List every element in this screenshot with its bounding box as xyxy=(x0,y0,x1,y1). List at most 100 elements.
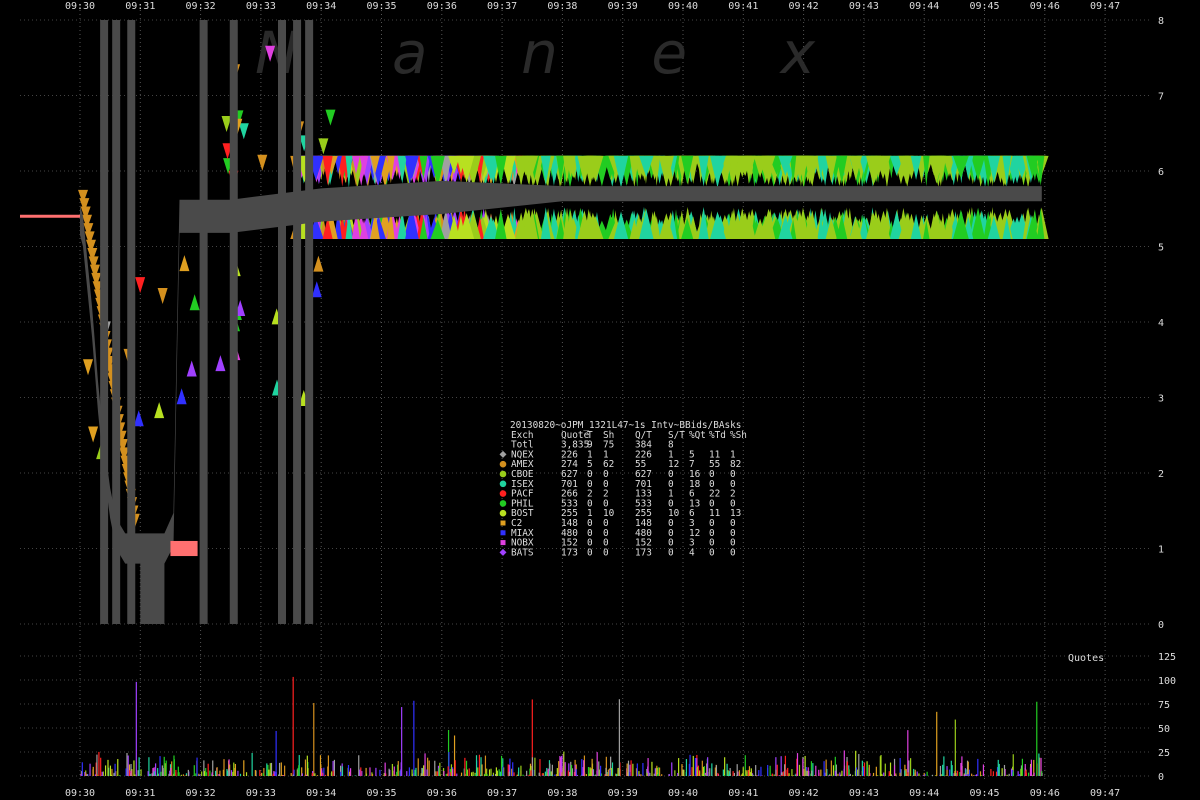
volume-bar xyxy=(1019,774,1021,776)
volume-bar xyxy=(101,771,103,776)
volume-bar xyxy=(211,772,213,776)
x-tick-label-bottom: 09:43 xyxy=(849,788,879,799)
x-tick-label-top: 09:42 xyxy=(789,1,819,12)
volume-bar xyxy=(520,765,522,776)
x-tick-label-top: 09:44 xyxy=(909,1,939,12)
volume-bar xyxy=(522,774,524,776)
volume-bar xyxy=(849,773,851,776)
volume-bar xyxy=(551,764,553,776)
volume-bar xyxy=(135,681,137,776)
volume-bar xyxy=(196,757,198,776)
volume-bar xyxy=(899,772,901,776)
x-tick-label-top: 09:32 xyxy=(186,1,216,12)
volume-bar xyxy=(384,762,386,776)
volume-bar xyxy=(478,754,481,776)
table-cell: 0 xyxy=(730,547,736,558)
volume-bar xyxy=(646,772,648,776)
volume-bar xyxy=(119,775,121,776)
volume-bar xyxy=(590,768,592,776)
volume-bar xyxy=(711,763,713,776)
volume-bar xyxy=(796,753,799,776)
volume-bar xyxy=(862,767,865,776)
volume-axis-ticks: 0 25 50 75 100 125 xyxy=(1158,652,1176,783)
volume-bar xyxy=(107,759,109,776)
volume-bar xyxy=(269,763,271,776)
volume-bar xyxy=(656,774,658,776)
table-cell: 173 xyxy=(561,547,578,558)
volume-bar xyxy=(508,771,510,776)
volume-bar xyxy=(434,760,436,776)
volume-bar xyxy=(736,764,738,776)
volume-bar xyxy=(549,771,551,776)
volume-bar xyxy=(354,775,356,776)
volume-bar xyxy=(575,769,577,776)
volume-bar xyxy=(227,770,229,776)
table-cell: 0 xyxy=(709,547,715,558)
x-tick-label-bottom: 09:46 xyxy=(1030,788,1060,799)
volume-bar xyxy=(496,770,498,776)
volume-bar xyxy=(396,771,398,776)
legend-marker xyxy=(499,490,507,497)
volume-bar xyxy=(629,771,631,776)
volume-bar xyxy=(881,773,883,776)
volume-bar xyxy=(1021,758,1023,776)
volume-bar xyxy=(278,762,281,776)
volume-bar xyxy=(168,773,170,776)
volume-bar xyxy=(447,766,449,776)
volume-bar xyxy=(81,762,83,776)
volume-bar xyxy=(744,774,746,776)
volume-bar xyxy=(203,771,206,776)
y-tick-label: 6 xyxy=(1158,167,1164,178)
wide-spread-column xyxy=(229,20,238,624)
bid-quote-mark xyxy=(215,355,226,372)
x-tick-label-top: 09:33 xyxy=(246,1,276,12)
volume-bar xyxy=(630,760,632,776)
volume-bar xyxy=(640,774,642,776)
volume-bar xyxy=(784,764,786,776)
quote-volume-bars xyxy=(80,676,1043,776)
volume-bar xyxy=(828,775,830,776)
volume-bar xyxy=(668,774,670,776)
x-tick-label-bottom: 09:30 xyxy=(65,788,95,799)
volume-bar xyxy=(702,766,704,776)
volume-bar xyxy=(86,774,88,776)
ask-quote-mark xyxy=(135,277,146,294)
volume-bar xyxy=(417,758,419,776)
volume-bar xyxy=(843,750,845,776)
volume-tick-label: 75 xyxy=(1158,700,1170,711)
volume-bar xyxy=(128,770,131,776)
volume-bar xyxy=(388,768,390,776)
volume-bar xyxy=(1006,774,1008,776)
volume-bar xyxy=(394,774,396,776)
x-tick-label-top: 09:40 xyxy=(668,1,698,12)
wide-spread-column xyxy=(305,20,314,624)
volume-bar xyxy=(910,758,912,776)
volume-bar xyxy=(1033,772,1035,776)
volume-bar xyxy=(564,762,566,776)
volume-bar xyxy=(627,760,630,776)
volume-tick-label: 125 xyxy=(1158,652,1176,663)
volume-bar xyxy=(1029,767,1032,776)
volume-bar xyxy=(811,770,813,776)
volume-bar xyxy=(216,767,218,776)
exchange-stats-table: 20130820~oJPM_1321L47~1s Intv~BBids/BAsk… xyxy=(499,420,747,558)
volume-bar xyxy=(769,765,771,776)
volume-bar xyxy=(715,765,718,776)
volume-bar xyxy=(239,773,242,776)
volume-bar xyxy=(195,773,197,776)
volume-bar xyxy=(807,767,809,776)
volume-bar xyxy=(771,773,773,776)
volume-bar xyxy=(154,763,157,776)
volume-bar xyxy=(233,762,235,776)
volume-bar xyxy=(834,770,836,776)
volume-bar xyxy=(832,765,835,776)
volume-bar xyxy=(111,774,113,776)
legend-marker xyxy=(499,480,507,488)
volume-bar xyxy=(100,757,102,776)
volume-bar xyxy=(786,769,788,776)
x-tick-label-top: 09:39 xyxy=(608,1,638,12)
volume-bar xyxy=(1017,771,1019,776)
volume-bar xyxy=(301,773,303,776)
volume-bar xyxy=(638,774,641,776)
volume-bar xyxy=(818,769,820,776)
